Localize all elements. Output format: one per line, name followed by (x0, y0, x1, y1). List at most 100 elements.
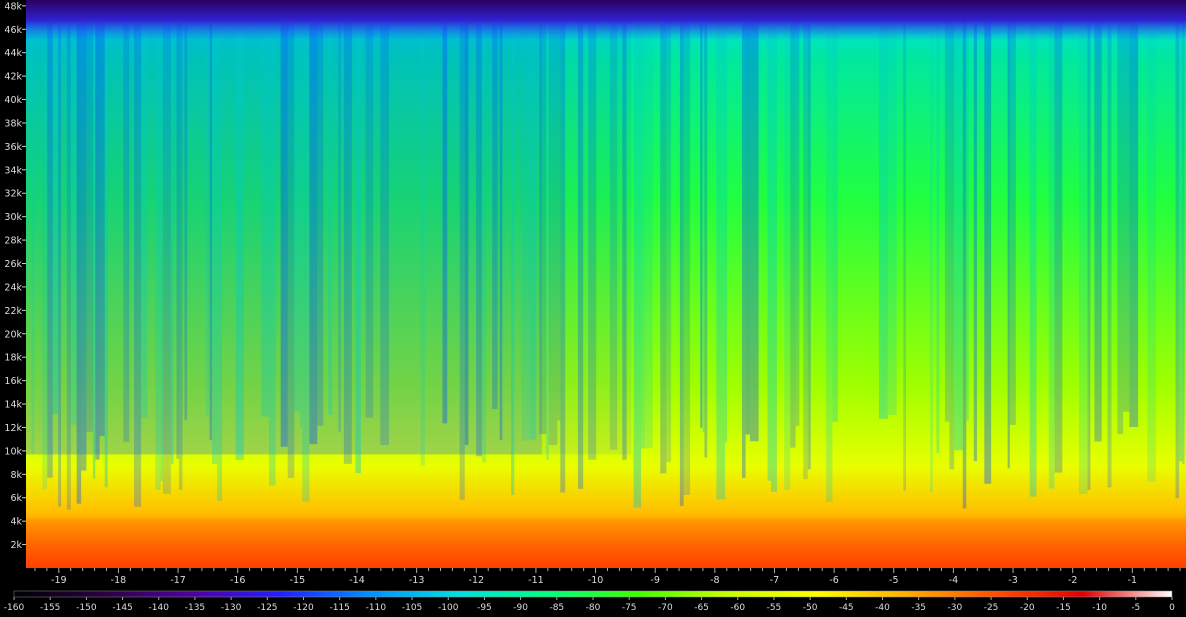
texture-stripe (749, 0, 759, 442)
x-tick-label: -6 (829, 575, 838, 586)
colorbar-tick-label: -155 (40, 603, 60, 613)
texture-stripe (86, 0, 93, 432)
texture-stripe (803, 0, 808, 480)
spectrogram-view: 2k 4k 6k 8k 10k 12k 14k 16k 18k 20k 22k 24k 26k 28k 30… (0, 0, 1186, 613)
texture-stripe (1179, 0, 1183, 462)
colorbar-tick-label: -20 (1020, 603, 1035, 613)
x-tick-label: -11 (528, 575, 544, 586)
texture-stripe (170, 0, 174, 464)
texture-stripe (217, 0, 223, 501)
texture-stripe (343, 0, 352, 464)
texture-stripe (176, 0, 179, 459)
x-tick-label: -16 (230, 575, 246, 586)
texture-stripe (557, 0, 561, 421)
x-tick-label: -1 (1128, 575, 1137, 586)
spectrogram-plot (26, 0, 1186, 568)
texture-stripe (178, 0, 183, 490)
texture-stripe (790, 0, 796, 448)
texture-stripe (464, 0, 469, 445)
texture-stripe (832, 0, 838, 422)
y-tick-label: 2k (10, 540, 22, 551)
texture-stripe (1094, 0, 1102, 442)
texture-stripe (944, 0, 950, 422)
texture-stripe (903, 0, 906, 491)
texture-stripe (162, 0, 171, 494)
y-tick-label: 34k (4, 165, 22, 176)
texture-stripe (973, 0, 977, 462)
texture-stripe (704, 0, 708, 458)
colorbar-tick-label: -25 (984, 603, 999, 613)
texture-stripe (380, 0, 390, 446)
colorbar-tick-label: -100 (438, 603, 459, 613)
y-tick-label: 22k (4, 306, 22, 317)
colorbar-tick-label: -75 (622, 603, 637, 613)
colorbar-tick-label: -65 (694, 603, 709, 613)
texture-stripe (52, 0, 59, 415)
texture-stripe (155, 0, 161, 491)
texture-stripe (81, 0, 87, 471)
texture-stripe (936, 0, 940, 453)
texture-stripe (741, 0, 746, 478)
colorbar-tick-label: -45 (839, 603, 854, 613)
texture-stripe (300, 0, 303, 428)
texture-stripe (294, 0, 301, 412)
texture-stripe (784, 0, 791, 490)
texture-stripe (795, 0, 800, 426)
x-tick-label: -8 (710, 575, 719, 586)
texture-stripe (104, 0, 108, 488)
texture-stripe (209, 0, 213, 441)
texture-stripe (954, 0, 963, 451)
texture-stripe (666, 0, 672, 463)
colorbar-scale (13, 590, 1173, 598)
texture-stripe (1009, 0, 1016, 425)
colorbar-tick-label: -95 (477, 603, 492, 613)
texture-stripe (546, 0, 549, 460)
texture-stripe (1182, 0, 1185, 465)
y-tick-label: 6k (10, 493, 22, 504)
texture-stripe (560, 0, 566, 493)
colorbar-tick-label: -60 (730, 603, 745, 613)
texture-stripe (261, 0, 269, 417)
texture-stripe (644, 0, 653, 449)
top-band (26, 0, 1186, 40)
texture-stripe (302, 0, 310, 502)
texture-stripe (702, 0, 705, 433)
colorbar-tick-label: -160 (4, 603, 25, 613)
x-tick-label: -14 (349, 575, 365, 586)
texture-stripe (442, 0, 448, 424)
texture-stripe (588, 0, 597, 460)
texture-stripe (1147, 0, 1156, 482)
texture-stripe (1054, 0, 1063, 473)
texture-stripe (268, 0, 276, 486)
texture-stripe (609, 0, 618, 450)
time-axis: -19 -18 -17 -16 -15 -14 -13 -12 -11 -10 -9 -8 -7 -6 -5… (0, 568, 1186, 590)
colorbar-tick-label: -40 (875, 603, 890, 613)
y-tick-label: 28k (4, 236, 22, 247)
texture-stripe (76, 0, 82, 504)
texture-stripe (511, 0, 515, 496)
x-tick-label: -5 (889, 575, 898, 586)
texture-stripe (529, 0, 537, 440)
texture-stripe (1107, 0, 1112, 488)
texture-stripe (287, 0, 295, 479)
texture-stripe (309, 0, 318, 445)
texture-stripe (1087, 0, 1091, 490)
texture-stripe (725, 0, 728, 443)
x-tick-label: -18 (111, 575, 127, 586)
texture-stripe (95, 0, 100, 460)
texture-stripe (521, 0, 530, 441)
colorbar-tick-label: -110 (366, 603, 387, 613)
y-tick-label: 14k (4, 400, 22, 411)
texture-stripe (99, 0, 105, 436)
texture-stripe (420, 0, 425, 466)
texture-stripe (70, 0, 77, 425)
spectrogram-chart: 2k 4k 6k 8k 10k 12k 14k 16k 18k 20k 22k 24k 26k 28k 30… (0, 0, 1186, 613)
texture-stripe (962, 0, 967, 509)
colorbar-tick-label: -30 (948, 603, 963, 613)
colorbar-tick-label: -145 (112, 603, 132, 613)
texture-stripe (338, 0, 341, 432)
texture-stripe (476, 0, 482, 457)
y-tick-label: 12k (4, 423, 22, 434)
y-tick-label: 36k (4, 142, 22, 153)
texture-stripe (539, 0, 547, 435)
